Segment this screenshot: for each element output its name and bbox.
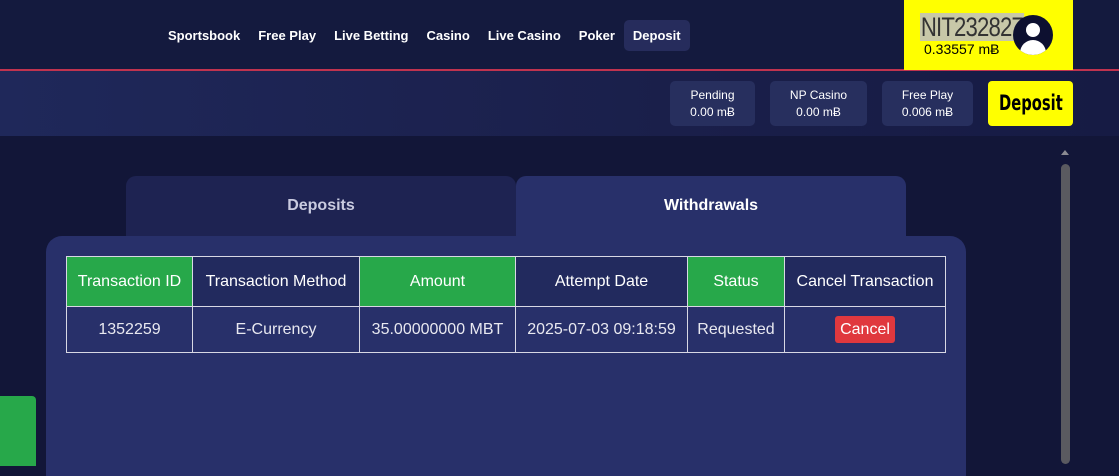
- free-play-label: Free Play: [901, 88, 954, 102]
- np-casino-value: 0.00 mɃ: [796, 105, 841, 119]
- col-status: Status: [687, 256, 785, 307]
- cell-transaction-id: 1352259: [66, 306, 193, 353]
- cell-attempt-date: 2025-07-03 09:18:59: [515, 306, 688, 353]
- tab-withdrawals[interactable]: Withdrawals: [516, 176, 906, 236]
- withdrawals-panel: Transaction ID Transaction Method Amount…: [46, 236, 966, 476]
- deposit-button[interactable]: Deposit: [988, 81, 1073, 126]
- side-green-tab[interactable]: [0, 396, 36, 466]
- user-circle-icon[interactable]: [1013, 15, 1053, 55]
- col-transaction-method: Transaction Method: [192, 256, 360, 307]
- account-balance: 0.33557 mɃ: [924, 41, 1000, 57]
- col-attempt-date: Attempt Date: [515, 256, 688, 307]
- table-header-row: Transaction ID Transaction Method Amount…: [66, 256, 946, 307]
- nav-item-casino[interactable]: Casino: [417, 20, 478, 51]
- free-play-balance-card: Free Play 0.006 mɃ: [882, 81, 973, 126]
- table-row: 1352259 E-Currency 35.00000000 MBT 2025-…: [66, 306, 946, 353]
- col-transaction-id: Transaction ID: [66, 256, 193, 307]
- top-navbar: Sportsbook Free Play Live Betting Casino…: [0, 0, 1119, 71]
- account-id: NIT232827: [920, 12, 1024, 42]
- pending-balance-card: Pending 0.00 mɃ: [670, 81, 755, 126]
- balance-strip: Pending 0.00 mɃ NP Casino 0.00 mɃ Free P…: [0, 71, 1119, 136]
- deposit-button-label: Deposit: [998, 91, 1063, 115]
- cell-status: Requested: [687, 306, 785, 353]
- nav-item-sportsbook[interactable]: Sportsbook: [159, 20, 249, 51]
- scrollbar-thumb[interactable]: [1061, 164, 1070, 464]
- np-casino-balance-card: NP Casino 0.00 mɃ: [770, 81, 867, 126]
- nav-item-poker[interactable]: Poker: [570, 20, 624, 51]
- nav-item-live-casino[interactable]: Live Casino: [479, 20, 570, 51]
- page-scrollbar[interactable]: [1061, 150, 1070, 464]
- pending-label: Pending: [690, 88, 735, 102]
- account-panel[interactable]: NIT232827 0.33557 mɃ: [904, 0, 1073, 70]
- cell-amount: 35.00000000 MBT: [359, 306, 516, 353]
- nav-item-deposit[interactable]: Deposit: [623, 20, 690, 51]
- pending-value: 0.00 mɃ: [690, 105, 735, 119]
- np-casino-label: NP Casino: [789, 88, 848, 102]
- cell-cancel: Cancel: [784, 306, 946, 353]
- nav-item-free-play[interactable]: Free Play: [249, 20, 325, 51]
- col-cancel-transaction: Cancel Transaction: [784, 256, 946, 307]
- avatar-body: [1020, 40, 1046, 55]
- cancel-button[interactable]: Cancel: [835, 316, 895, 343]
- nav-item-live-betting[interactable]: Live Betting: [325, 20, 417, 51]
- scroll-up-arrow-icon[interactable]: [1061, 150, 1069, 155]
- tab-deposits[interactable]: Deposits: [126, 176, 516, 236]
- free-play-value: 0.006 mɃ: [901, 105, 954, 119]
- avatar-head: [1026, 23, 1040, 37]
- cell-method: E-Currency: [192, 306, 360, 353]
- main-nav: Sportsbook Free Play Live Betting Casino…: [159, 20, 690, 51]
- col-amount: Amount: [359, 256, 516, 307]
- transactions-table: Transaction ID Transaction Method Amount…: [66, 256, 946, 353]
